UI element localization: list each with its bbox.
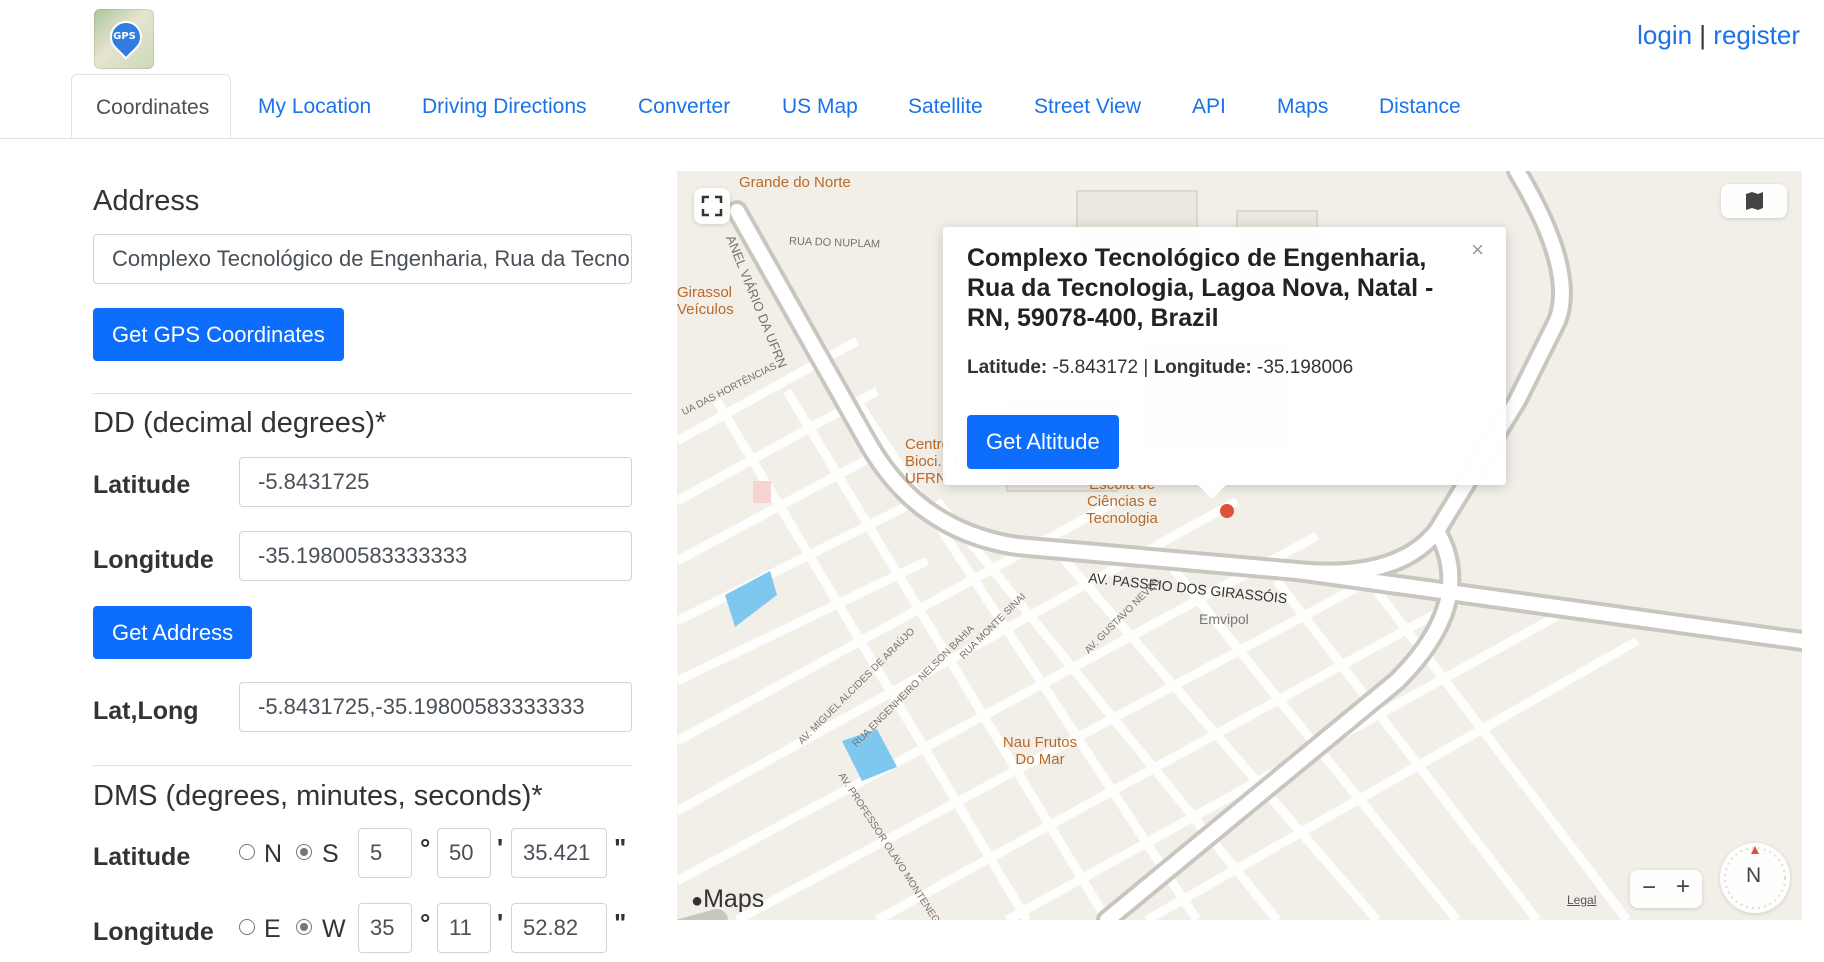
degree-symbol: °	[420, 908, 431, 938]
popup-lng-label: Longitude:	[1153, 357, 1252, 378]
zoom-controls: − +	[1630, 870, 1702, 908]
tab-coordinates[interactable]: Coordinates	[71, 74, 231, 138]
radio-north[interactable]	[239, 844, 255, 860]
tab-driving-directions[interactable]: Driving Directions	[422, 74, 587, 138]
minute-symbol: '	[497, 833, 504, 863]
gps-pin-icon: GPS	[103, 14, 149, 60]
lat-degrees-input[interactable]: 5	[358, 828, 412, 878]
tab-my-location[interactable]: My Location	[258, 74, 371, 138]
radio-south-label: S	[322, 840, 339, 868]
second-symbol: "	[614, 908, 627, 938]
map-poi-emvipol: Emvipol	[1199, 611, 1249, 627]
popup-title: Complexo Tecnológico de Engenharia, Rua …	[967, 244, 1434, 332]
dd-longitude-label: Longitude	[93, 546, 214, 574]
auth-separator: |	[1699, 20, 1707, 50]
map-fold-icon	[1746, 192, 1763, 210]
login-link[interactable]: login	[1637, 20, 1692, 50]
fullscreen-button[interactable]	[694, 188, 730, 224]
map-type-button[interactable]	[1721, 184, 1787, 218]
get-address-button[interactable]: Get Address	[93, 606, 253, 659]
dd-longitude-input[interactable]: -35.19800583333333	[239, 531, 632, 581]
map-view[interactable]: Grande do Norte RUA DO NUPLAM ANEL VIÁRI…	[677, 171, 1802, 920]
map-poi-girassol: Girassol Veículos	[677, 284, 734, 318]
lat-seconds-input[interactable]: 35.421	[511, 828, 607, 878]
address-title: Address	[93, 185, 200, 217]
address-input[interactable]: Complexo Tecnológico de Engenharia, Rua …	[93, 234, 632, 284]
location-popup: Complexo Tecnológico de Engenharia, Rua …	[943, 227, 1506, 499]
get-gps-coordinates-button[interactable]: Get GPS Coordinates	[93, 308, 344, 361]
radio-west-label: W	[322, 915, 346, 943]
popup-tail	[1198, 485, 1226, 499]
zoom-in-button[interactable]: +	[1676, 873, 1690, 901]
dd-latitude-input[interactable]: -5.8431725	[239, 457, 632, 507]
radio-east[interactable]	[239, 919, 255, 935]
radio-south[interactable]	[296, 844, 312, 860]
minute-symbol: '	[497, 908, 504, 938]
expand-icon	[701, 195, 723, 217]
compass[interactable]: N	[1720, 843, 1790, 913]
radio-west[interactable]	[296, 919, 312, 935]
tab-street-view[interactable]: Street View	[1034, 74, 1141, 138]
close-icon[interactable]: ×	[1471, 237, 1484, 263]
map-poi-nau-frutos: Nau Frutos Do Mar	[1002, 734, 1078, 768]
legal-link[interactable]: Legal	[1567, 893, 1596, 907]
tab-api[interactable]: API	[1192, 74, 1226, 138]
nav-tabs: Coordinates My Location Driving Directio…	[0, 74, 1824, 139]
register-link[interactable]: register	[1713, 20, 1800, 50]
latlong-label: Lat,Long	[93, 697, 199, 725]
get-altitude-button[interactable]: Get Altitude	[967, 415, 1119, 469]
divider	[93, 393, 632, 394]
tab-maps[interactable]: Maps	[1277, 74, 1328, 138]
popup-separator: |	[1143, 357, 1149, 378]
dms-title: DMS (degrees, minutes, seconds)*	[93, 780, 543, 812]
tab-us-map[interactable]: US Map	[782, 74, 858, 138]
popup-lng-value: -35.198006	[1257, 357, 1354, 378]
tab-satellite[interactable]: Satellite	[908, 74, 983, 138]
map-label-ufrn-top: Grande do Norte	[739, 174, 851, 191]
lng-degrees-input[interactable]: 35	[358, 903, 412, 953]
lat-minutes-input[interactable]: 50	[437, 828, 491, 878]
lng-seconds-input[interactable]: 52.82	[511, 903, 607, 953]
tab-distance[interactable]: Distance	[1379, 74, 1461, 138]
divider	[93, 765, 632, 766]
auth-links: login | register	[1637, 20, 1800, 51]
apple-maps-brand: ●Maps	[691, 885, 765, 913]
popup-lat-label: Latitude:	[967, 357, 1048, 378]
dd-title: DD (decimal degrees)*	[93, 407, 387, 439]
second-symbol: "	[614, 833, 627, 863]
site-logo[interactable]: GPS	[94, 9, 154, 69]
popup-coordinates: Latitude: -5.843172 | Longitude: -35.198…	[967, 357, 1353, 379]
radio-east-label: E	[264, 915, 281, 943]
lng-minutes-input[interactable]: 11	[437, 903, 491, 953]
degree-symbol: °	[420, 833, 431, 863]
apple-logo-icon: ●	[691, 890, 704, 912]
popup-lat-value: -5.843172	[1052, 357, 1139, 378]
dd-latitude-label: Latitude	[93, 471, 191, 499]
dms-latitude-label: Latitude	[93, 843, 191, 871]
latlong-input[interactable]: -5.8431725,-35.19800583333333	[239, 682, 632, 732]
compass-north-label: N	[1746, 864, 1762, 887]
tab-converter[interactable]: Converter	[638, 74, 730, 138]
radio-north-label: N	[264, 840, 283, 868]
zoom-out-button[interactable]: −	[1642, 874, 1656, 902]
dms-longitude-label: Longitude	[93, 918, 214, 946]
